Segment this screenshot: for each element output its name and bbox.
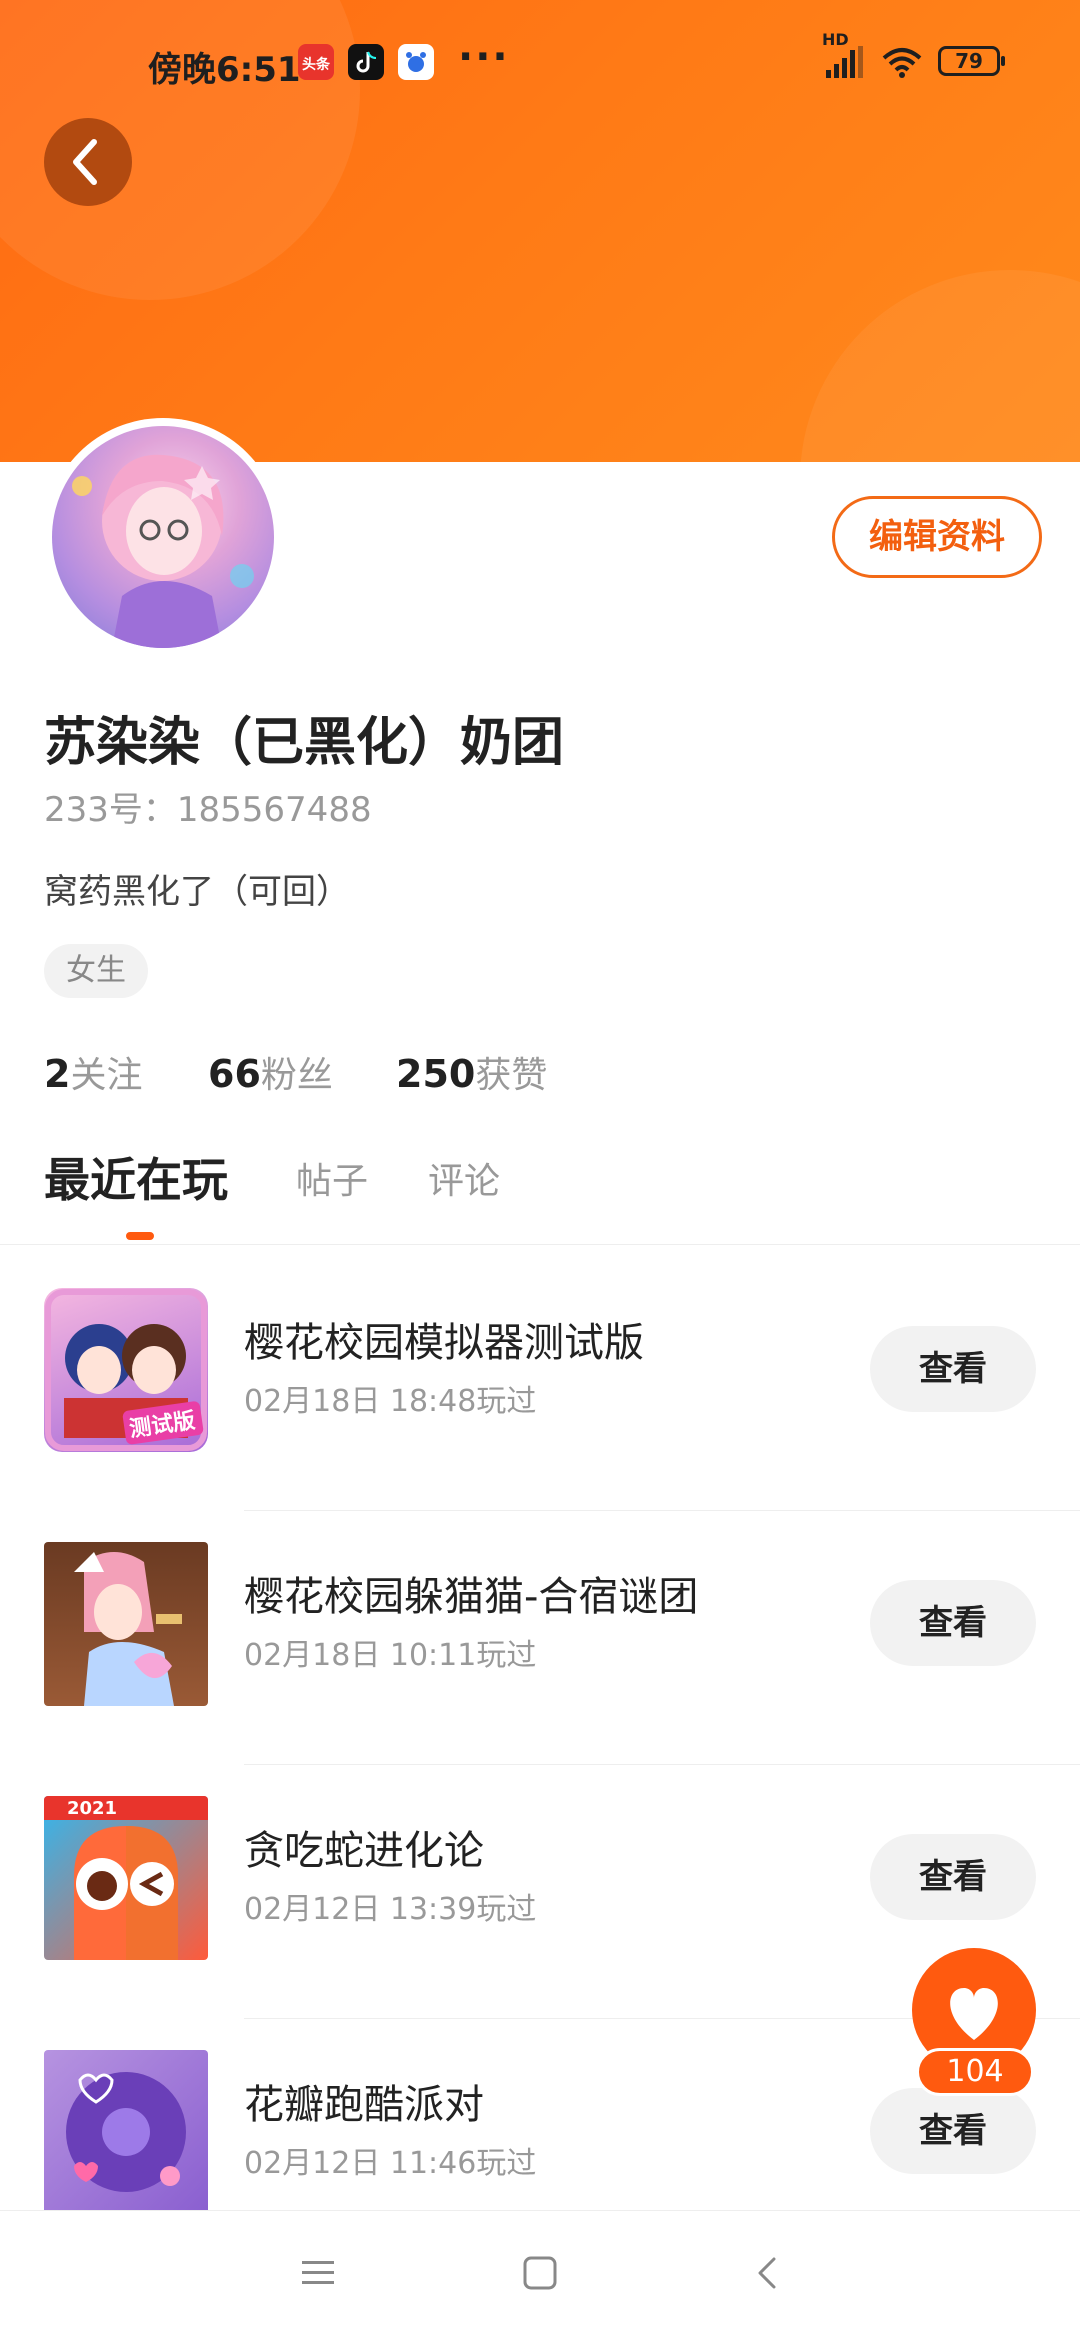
tab-recently-played[interactable]: 最近在玩 bbox=[44, 1144, 228, 1210]
tab-comments[interactable]: 评论 bbox=[428, 1152, 500, 1204]
game-title: 樱花校园模拟器测试版 bbox=[244, 1320, 644, 1366]
divider bbox=[244, 1510, 1080, 1511]
like-count: 104 bbox=[916, 2048, 1034, 2096]
stat-likes[interactable]: 250获赞 bbox=[396, 1046, 547, 1098]
more-notifications-icon: ··· bbox=[458, 34, 510, 80]
game-title: 樱花校园躲猫猫-合宿谜团 bbox=[244, 1574, 699, 1620]
game-thumbnail bbox=[44, 1542, 208, 1706]
thumb-badge: 2021 bbox=[67, 1798, 117, 1819]
view-button[interactable]: 查看 bbox=[870, 1326, 1036, 1412]
profile-tabs: 最近在玩 帖子 评论 bbox=[0, 1148, 1080, 1245]
toutiao-icon: 头条 bbox=[298, 44, 334, 80]
played-time: 02月12日 13:39玩过 bbox=[244, 1892, 537, 1927]
list-item[interactable]: 樱花校园躲猫猫-合宿谜团 02月18日 10:11玩过 查看 bbox=[0, 1512, 1080, 1766]
battery-icon: 79 bbox=[938, 46, 1005, 76]
chevron-left-icon bbox=[73, 139, 97, 185]
view-button[interactable]: 查看 bbox=[870, 2088, 1036, 2174]
status-time: 傍晚6:51 bbox=[148, 50, 301, 90]
signal-icon bbox=[826, 46, 863, 78]
game-title: 贪吃蛇进化论 bbox=[244, 1828, 484, 1874]
svg-text:头条: 头条 bbox=[302, 56, 331, 73]
view-button[interactable]: 查看 bbox=[870, 1580, 1036, 1666]
played-time: 02月18日 10:11玩过 bbox=[244, 1638, 537, 1673]
game-thumbnail: 测试版 bbox=[44, 1288, 208, 1452]
view-button[interactable]: 查看 bbox=[870, 1834, 1036, 1920]
wifi-icon bbox=[882, 48, 922, 78]
user-name: 苏染染（已黑化）奶团 bbox=[44, 713, 565, 773]
user-id: 233号：185567488 bbox=[44, 790, 372, 830]
menu-icon[interactable] bbox=[298, 2253, 338, 2293]
game-title: 花瓣跑酷派对 bbox=[244, 2082, 484, 2128]
played-time: 02月18日 18:48玩过 bbox=[244, 1384, 537, 1419]
stat-following[interactable]: 2关注 bbox=[44, 1046, 142, 1098]
status-bar: 傍晚6:51 头条 ··· HD 79 bbox=[0, 30, 1080, 94]
system-nav-bar bbox=[0, 2210, 1080, 2341]
tiktok-icon bbox=[348, 44, 384, 80]
stat-count: 66 bbox=[208, 1052, 261, 1096]
tab-posts[interactable]: 帖子 bbox=[296, 1152, 368, 1204]
stat-label: 粉丝 bbox=[260, 1055, 333, 1096]
stat-count: 2 bbox=[44, 1052, 71, 1096]
game-thumbnail bbox=[44, 2050, 208, 2214]
stat-label: 关注 bbox=[70, 1055, 143, 1096]
divider bbox=[244, 1764, 1080, 1765]
avatar-image bbox=[52, 426, 274, 648]
profile-header-banner: 傍晚6:51 头条 ··· HD 79 bbox=[0, 0, 1080, 462]
stat-followers[interactable]: 66粉丝 bbox=[208, 1046, 333, 1098]
avatar[interactable] bbox=[44, 418, 282, 656]
stat-label: 获赞 bbox=[475, 1055, 548, 1096]
back-button[interactable] bbox=[44, 118, 132, 206]
user-bio: 窝药黑化了（可回） bbox=[44, 872, 350, 912]
list-item[interactable]: 测试版 樱花校园模拟器测试版 02月18日 18:48玩过 查看 bbox=[0, 1258, 1080, 1512]
edit-profile-button[interactable]: 编辑资料 bbox=[832, 496, 1042, 578]
battery-level: 79 bbox=[955, 49, 983, 73]
played-time: 02月12日 11:46玩过 bbox=[244, 2146, 537, 2181]
home-icon[interactable] bbox=[520, 2253, 560, 2293]
tab-indicator bbox=[126, 1232, 154, 1240]
game-thumbnail: 2021 bbox=[44, 1796, 208, 1960]
baidu-icon bbox=[398, 44, 434, 80]
back-nav-icon[interactable] bbox=[748, 2253, 788, 2293]
banner-decoration bbox=[800, 270, 1080, 462]
stat-count: 250 bbox=[396, 1052, 476, 1096]
gender-tag: 女生 bbox=[44, 944, 148, 998]
